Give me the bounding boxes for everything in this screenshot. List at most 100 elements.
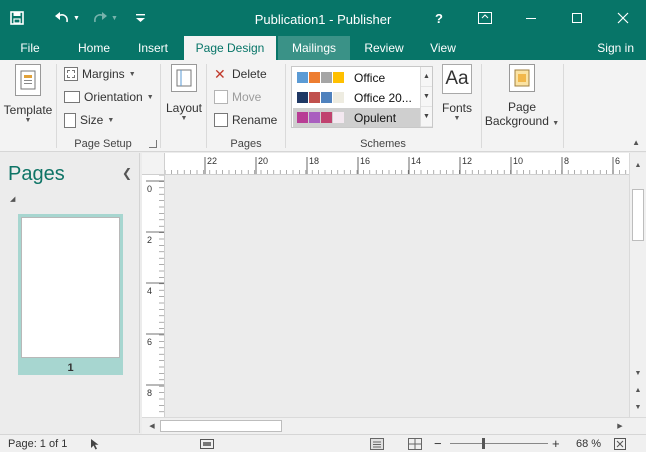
collapse-ribbon-icon[interactable]: ▲	[632, 138, 640, 147]
zoom-slider[interactable]	[450, 438, 548, 449]
ribbon-separator	[563, 64, 564, 148]
fit-page-icon[interactable]	[614, 438, 626, 450]
page-background-page-icon	[514, 69, 530, 87]
customize-qat-button[interactable]	[135, 6, 145, 30]
zoom-percentage[interactable]: 68 %	[576, 438, 601, 450]
scheme-office[interactable]: Office	[293, 68, 420, 87]
scroll-up-icon[interactable]: ▲	[630, 157, 646, 173]
page-thumbnail[interactable]: 1	[18, 214, 123, 375]
horizontal-ruler-graphic: 22 20 18 16 14 12 10 8 6	[165, 156, 627, 174]
delete-page-button[interactable]: ✕ Delete	[214, 64, 267, 84]
close-button[interactable]	[600, 0, 646, 36]
maximize-button[interactable]	[554, 0, 600, 36]
tab-review[interactable]: Review	[354, 36, 414, 60]
rename-page-button[interactable]: Rename	[214, 110, 277, 130]
tab-insert[interactable]: Insert	[126, 36, 180, 60]
redo-dropdown-icon[interactable]: ▼	[111, 15, 118, 22]
layout-button[interactable]: Layout ▼	[163, 64, 205, 122]
tab-view[interactable]: View	[418, 36, 468, 60]
tab-page-design[interactable]: Page Design	[184, 36, 276, 60]
pages-group-label: Pages	[230, 138, 262, 150]
schemes-more-icon[interactable]: ▼	[421, 107, 432, 127]
schemes-scroll-up-icon[interactable]: ▲	[421, 67, 432, 87]
scroll-right-icon[interactable]: ▶	[612, 418, 628, 434]
schemes-group-label: Schemes	[360, 138, 406, 150]
size-button[interactable]: Size ▼	[64, 110, 114, 130]
scheme-opulent[interactable]: Opulent	[293, 108, 420, 127]
ribbon-separator	[285, 64, 286, 148]
move-page-button[interactable]: Move	[214, 87, 261, 107]
ruler-label: 4	[147, 286, 152, 296]
tab-home[interactable]: Home	[68, 36, 120, 60]
previous-page-icon[interactable]: ▲	[630, 382, 646, 398]
zoom-slider-thumb[interactable]	[481, 438, 485, 449]
zoom-out-button[interactable]: −	[434, 436, 442, 451]
save-button[interactable]	[10, 6, 24, 30]
ribbon-separator	[206, 64, 207, 148]
scheme-swatch	[309, 112, 320, 123]
collapse-pages-pane-icon[interactable]: ❮	[122, 166, 132, 180]
scheme-swatch	[333, 92, 344, 103]
ruler-label: 22	[207, 156, 217, 166]
help-button[interactable]: ?	[416, 0, 462, 36]
scroll-down-icon[interactable]: ▼	[630, 365, 646, 381]
quick-access-toolbar: ▼ ▼	[10, 6, 151, 30]
scheme-name: Opulent	[354, 110, 397, 125]
scheme-swatch	[321, 112, 332, 123]
ruler-label: 12	[462, 156, 472, 166]
template-button[interactable]: Template ▼	[2, 64, 54, 124]
page-background-label-line2: Background ▼	[484, 114, 560, 128]
layout-label: Layout	[165, 101, 203, 115]
delete-label: Delete	[232, 67, 267, 81]
scheme-swatch	[297, 112, 308, 123]
scheme-office-2007[interactable]: Office 20...	[293, 88, 420, 107]
minimize-icon	[526, 18, 536, 19]
horizontal-scroll-thumb[interactable]	[160, 420, 282, 432]
object-size-icon	[200, 439, 214, 449]
undo-dropdown-icon[interactable]: ▼	[73, 15, 80, 22]
minimize-button[interactable]	[508, 0, 554, 36]
template-icon	[15, 64, 41, 96]
orientation-button[interactable]: Orientation ▼	[64, 87, 154, 107]
cursor-position-icon	[91, 439, 99, 450]
scheme-swatch	[309, 72, 320, 83]
ruler-label: 2	[147, 235, 152, 245]
title-bar: ▼ ▼ Publication1 - Publisher ?	[0, 0, 646, 36]
ruler-label: 18	[309, 156, 319, 166]
sign-in-link[interactable]: Sign in	[597, 36, 634, 60]
tab-mailings[interactable]: Mailings	[278, 36, 350, 60]
fonts-icon: Aa	[442, 64, 472, 94]
tab-file[interactable]: File	[8, 36, 52, 60]
scroll-left-icon[interactable]: ◀	[144, 418, 160, 434]
rename-page-icon	[214, 113, 228, 127]
ruler-corner	[142, 153, 165, 175]
horizontal-scrollbar[interactable]: ◀ ▶	[142, 417, 646, 434]
scheme-swatch	[333, 112, 344, 123]
next-page-icon[interactable]: ▼	[630, 399, 646, 415]
vertical-scrollbar[interactable]: ▲ ▼ ▲ ▼	[629, 153, 646, 417]
scheme-swatch	[297, 92, 308, 103]
margins-button[interactable]: Margins ▼	[64, 64, 136, 84]
size-icon	[64, 112, 76, 128]
single-page-view-icon[interactable]	[370, 438, 384, 450]
template-dropdown-icon: ▼	[24, 117, 32, 124]
workspace-canvas[interactable]	[165, 175, 629, 417]
horizontal-ruler[interactable]: 22 20 18 16 14 12 10 8 6	[165, 153, 629, 175]
margins-icon	[64, 67, 78, 81]
ribbon-display-options-button[interactable]	[462, 0, 508, 36]
two-page-view-icon[interactable]	[408, 438, 422, 450]
zoom-in-button[interactable]: +	[552, 436, 560, 451]
redo-button[interactable]: ▼	[92, 6, 118, 30]
page-setup-dialog-launcher-icon[interactable]	[149, 140, 157, 148]
page-background-button[interactable]: Page Background ▼	[484, 64, 560, 128]
expand-section-icon[interactable]: ◢	[10, 195, 15, 203]
ribbon-display-icon	[478, 12, 492, 24]
page-number-status[interactable]: Page: 1 of 1	[8, 438, 67, 450]
vertical-ruler-graphic: 0 2 4 6 8	[146, 175, 164, 413]
window-controls: ?	[416, 0, 646, 36]
undo-button[interactable]: ▼	[54, 6, 80, 30]
schemes-scroll-down-icon[interactable]: ▼	[421, 87, 432, 107]
fonts-button[interactable]: Aa Fonts ▼	[439, 64, 475, 122]
vertical-ruler[interactable]: 0 2 4 6 8	[142, 175, 165, 417]
vertical-scroll-thumb[interactable]	[632, 189, 644, 241]
